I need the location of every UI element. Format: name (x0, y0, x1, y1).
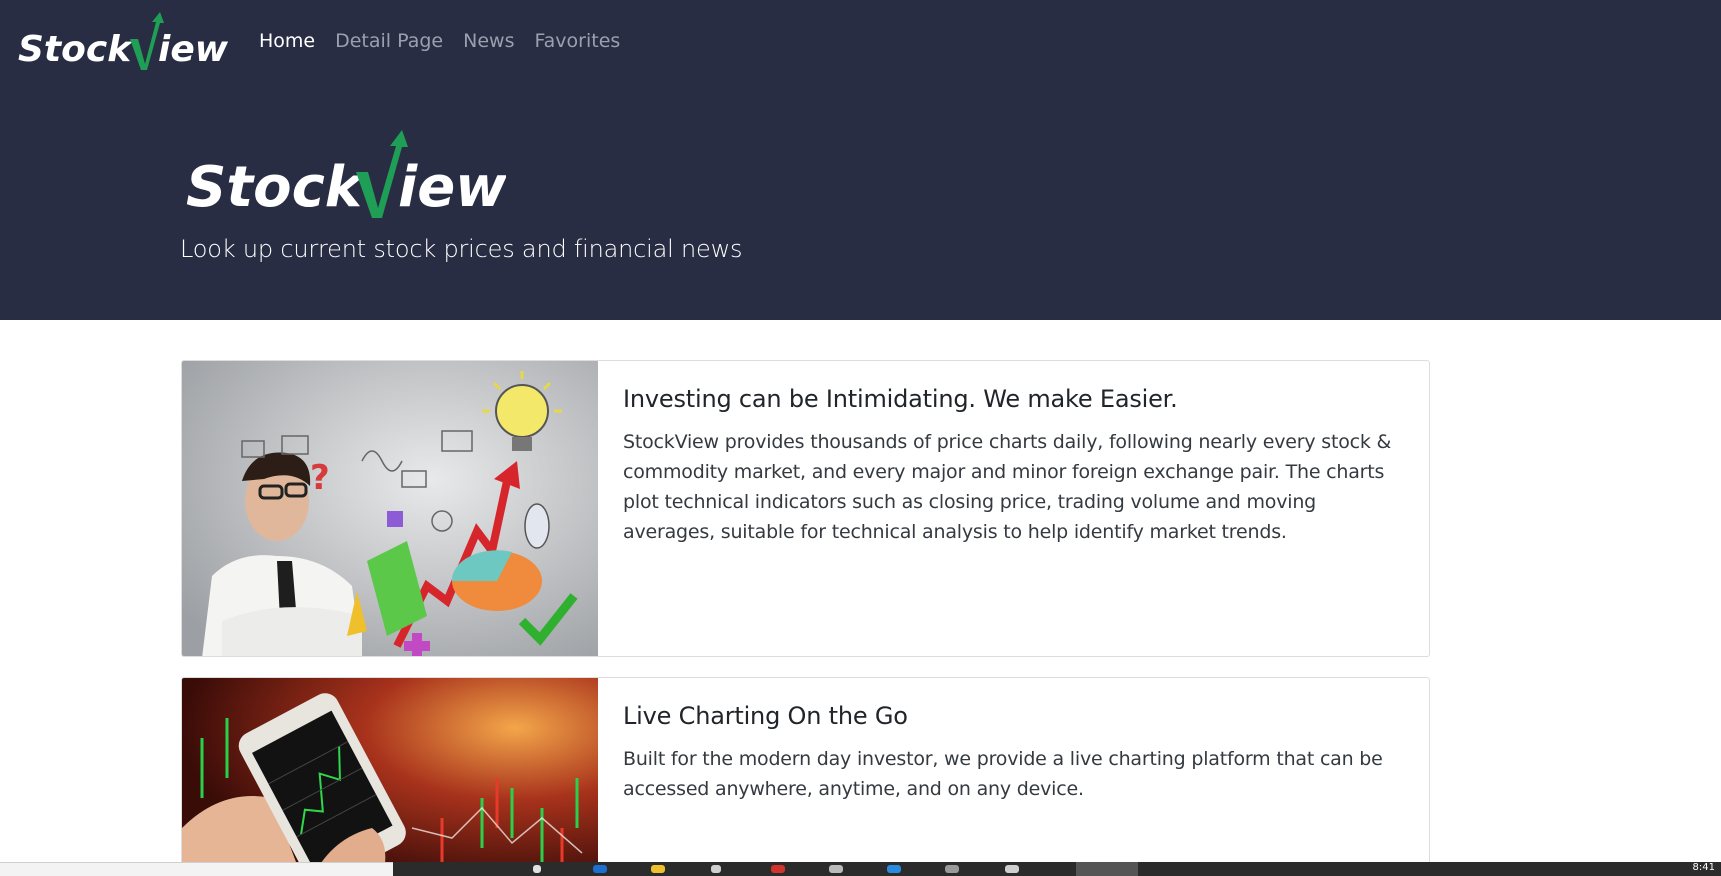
folder-icon[interactable] (651, 865, 665, 873)
hero-logo-text-iew: iew (398, 155, 506, 218)
brand-logo[interactable]: Stock iew (18, 12, 228, 70)
nav-news[interactable]: News (463, 30, 514, 52)
svg-text:?: ? (310, 458, 330, 498)
mail-icon[interactable] (1005, 865, 1019, 873)
card-image: ? (182, 361, 598, 656)
app-icon[interactable] (829, 865, 843, 873)
nav-favorites[interactable]: Favorites (534, 30, 620, 52)
app-icon[interactable] (945, 865, 959, 873)
card-body: Investing can be Intimidating. We make E… (623, 385, 1403, 547)
top-navbar: Stock iew Home Detail Page News Favorite… (0, 0, 1721, 90)
nav-links: Home Detail Page News Favorites (259, 30, 620, 52)
card-title: Live Charting On the Go (623, 702, 908, 730)
businessman-illustration: ? (182, 361, 598, 656)
hero-logo: Stock iew (186, 130, 506, 218)
card-text: StockView provides thousands of price ch… (623, 431, 1392, 543)
card-body: Live Charting On the Go Built for the mo… (623, 702, 1403, 804)
phone-chart-photo (182, 678, 598, 876)
card-image (182, 678, 598, 876)
feature-card: ? Investing can be Intimidating. We make… (181, 360, 1430, 657)
nav-home[interactable]: Home (259, 30, 315, 52)
taskview-icon[interactable] (533, 865, 541, 873)
taskbar-search-area[interactable] (0, 862, 393, 876)
hero-logo-text-stock: Stock (186, 155, 366, 218)
taskbar-active-app[interactable] (1076, 862, 1138, 876)
hero-tagline: Look up current stock prices and financi… (180, 235, 743, 263)
pin-icon[interactable] (711, 865, 721, 873)
feature-card: Live Charting On the Go Built for the mo… (181, 677, 1430, 876)
card-title: Investing can be Intimidating. We make E… (623, 385, 1178, 413)
browser-icon[interactable] (593, 865, 607, 873)
taskbar-clock[interactable]: 8:41 (1693, 862, 1715, 874)
hero-banner: Stock iew Look up current stock prices a… (0, 90, 1721, 320)
brand-logo-text-stock: Stock (18, 29, 133, 70)
chrome-icon[interactable] (771, 865, 785, 873)
edge-icon[interactable] (887, 865, 901, 873)
nav-detail-page[interactable]: Detail Page (335, 30, 443, 52)
brand-logo-text-iew: iew (158, 29, 228, 70)
os-taskbar: 8:41 (393, 862, 1721, 876)
card-text: Built for the modern day investor, we pr… (623, 748, 1383, 800)
